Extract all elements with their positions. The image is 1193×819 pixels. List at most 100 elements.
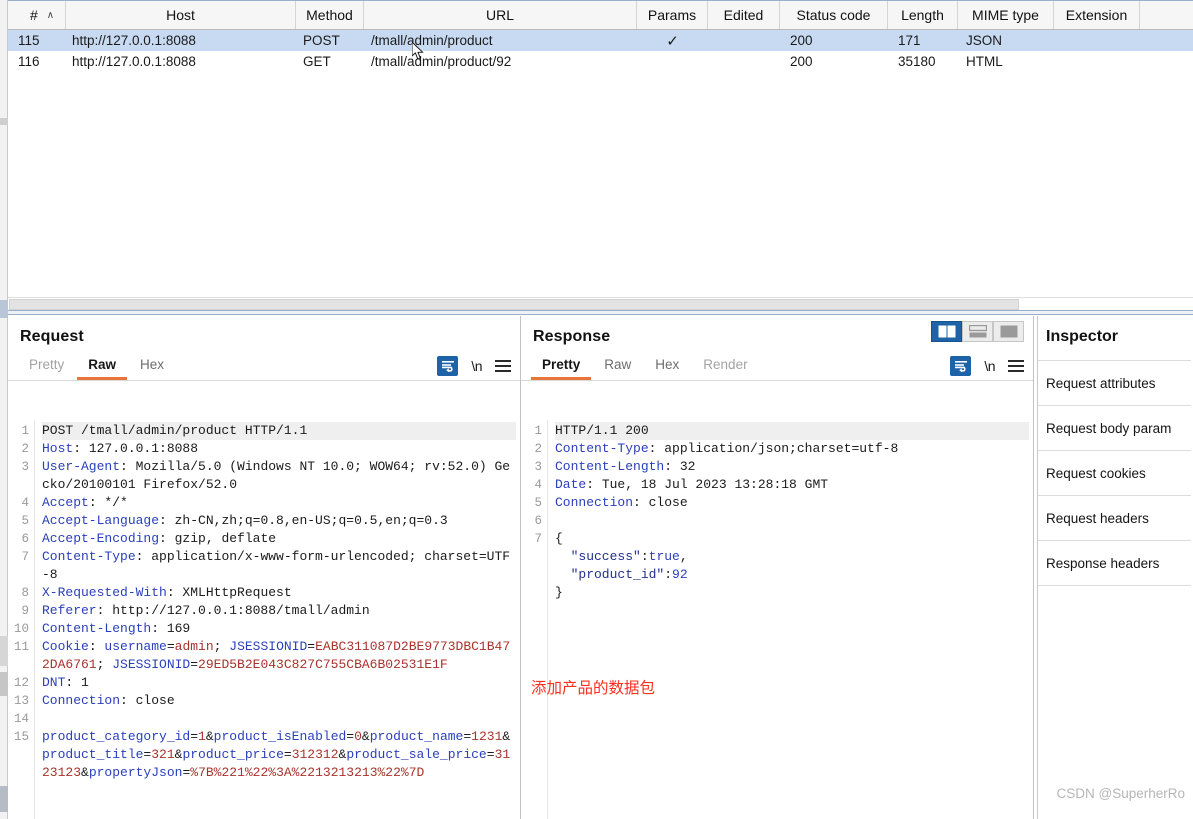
response-tabs[interactable]: Pretty Raw Hex Render \n: [521, 352, 1033, 381]
response-pretty-text[interactable]: HTTP/1.1 200 Content-Type: application/js…: [548, 420, 1033, 819]
line-number: 5: [21, 514, 29, 528]
line-number: 7: [534, 532, 542, 546]
line-number: 15: [13, 730, 29, 744]
column-header-label: #: [30, 7, 38, 23]
edge-artifact: [0, 300, 8, 318]
inspector-rail: [1034, 316, 1038, 819]
newline-toggle[interactable]: \n: [471, 358, 482, 374]
response-tab-hex[interactable]: Hex: [644, 354, 690, 380]
column-header-method[interactable]: Method: [296, 1, 364, 29]
column-header-num[interactable]: # ∧: [8, 1, 66, 29]
request-tabs[interactable]: Pretty Raw Hex \n: [8, 352, 520, 381]
word-wrap-icon[interactable]: [437, 356, 459, 376]
cell-url: /tmall/admin/product/92: [371, 54, 512, 69]
hamburger-menu-icon[interactable]: [1008, 360, 1024, 372]
cell-method: POST: [303, 33, 340, 48]
line-number: [521, 584, 542, 602]
column-header-label: MIME type: [972, 7, 1039, 23]
history-horizontal-scrollbar-thumb[interactable]: [9, 299, 1019, 310]
request-editor[interactable]: 1 2 3 4 5 6 7 8 9 10 11 12 13 14 15 POST /tmall/admin/…: [8, 420, 520, 819]
line-number: 2: [534, 442, 542, 456]
request-tools[interactable]: \n: [437, 356, 511, 376]
single-pane-layout-button[interactable]: [993, 321, 1024, 342]
table-row[interactable]: 115 http://127.0.0.1:8088 POST/tmall/admin…: [8, 30, 1193, 51]
cell-mime: JSON: [966, 33, 1003, 48]
response-editor[interactable]: 1 2 3 4 5 6 7 HTTP/1.1 200 Content-Type: applic…: [521, 420, 1033, 819]
edge-artifact: [0, 786, 8, 812]
code-line: }: [555, 585, 563, 600]
table-row[interactable]: 116 http://127.0.0.1:8088 GET/tmall/admin/…: [8, 51, 1193, 72]
inspector-item-response-headers[interactable]: Response headers: [1034, 541, 1191, 586]
cell-extension: [1054, 30, 1140, 51]
response-line-numbers: 1 2 3 4 5 6 7: [521, 420, 548, 819]
watermark: CSDN @SuperherRo: [1056, 786, 1185, 801]
column-header-host[interactable]: Host: [66, 1, 296, 29]
inspector-item-request-headers[interactable]: Request headers: [1034, 496, 1191, 541]
request-tab-pretty[interactable]: Pretty: [18, 354, 75, 380]
inspector-item-request-cookies[interactable]: Request cookies: [1034, 451, 1191, 496]
inspector-item-request-attributes[interactable]: Request attributes: [1034, 361, 1191, 406]
cell-status: 200: [790, 54, 813, 69]
response-tab-raw[interactable]: Raw: [593, 354, 642, 380]
word-wrap-icon[interactable]: [950, 356, 972, 376]
code-line: Date: Tue, 18 Jul 2023 13:28:18 GMT: [555, 477, 829, 492]
line-number: 13: [13, 694, 29, 708]
column-header-pad[interactable]: [1140, 1, 1193, 29]
cell-url: /tmall/admin/product: [371, 33, 493, 48]
history-horizontal-scrollbar-track[interactable]: [8, 297, 1193, 310]
hamburger-menu-icon[interactable]: [495, 360, 511, 372]
code-line: product_category_id=1&product_isEnabled=…: [42, 729, 511, 780]
request-tab-raw[interactable]: Raw: [77, 354, 128, 380]
split-vertical-layout-button[interactable]: [931, 321, 962, 342]
cell-length: 35180: [898, 54, 936, 69]
http-history-table[interactable]: # ∧ Host Method URL Params Edited Status code Le…: [8, 0, 1193, 297]
line-number: 4: [534, 478, 542, 492]
line-number: 3: [534, 460, 542, 474]
table-body[interactable]: 115 http://127.0.0.1:8088 POST/tmall/admin…: [8, 30, 1193, 275]
column-header-label: Edited: [723, 7, 764, 23]
column-header-mime[interactable]: MIME type: [958, 1, 1054, 29]
column-header-params[interactable]: Params: [637, 1, 708, 29]
line-number: 11: [13, 640, 29, 654]
line-number: 2: [21, 442, 29, 456]
layout-buttons[interactable]: [931, 321, 1024, 342]
code-line: Accept-Language: zh-CN,zh;q=0.8,en-US;q=…: [42, 513, 448, 528]
inspector-title: Inspector: [1046, 328, 1119, 345]
burp-suite-window: # ∧ Host Method URL Params Edited Status code Le…: [0, 0, 1193, 819]
split-horizontal-layout-button[interactable]: [962, 321, 993, 342]
cell-num: 116: [18, 54, 40, 69]
line-number: 1: [21, 424, 29, 438]
code-line: X-Requested-With: XMLHttpRequest: [42, 585, 292, 600]
column-header-status[interactable]: Status code: [780, 1, 888, 29]
request-raw-text[interactable]: POST /tmall/admin/product HTTP/1.1 Host: …: [35, 420, 520, 819]
code-line: "product_id":92: [555, 567, 688, 582]
column-header-length[interactable]: Length: [888, 1, 958, 29]
cell-status: 200: [790, 33, 813, 48]
response-tab-render[interactable]: Render: [692, 354, 758, 380]
code-line: User-Agent: Mozilla/5.0 (Windows NT 10.0…: [42, 459, 511, 492]
response-tools[interactable]: \n: [950, 356, 1024, 376]
column-header-url[interactable]: URL: [364, 1, 637, 29]
inspector-item-request-body-param[interactable]: Request body param: [1034, 406, 1191, 451]
column-header-label: URL: [485, 7, 514, 23]
inspector-section-list[interactable]: Request attributes Request body param Requ…: [1034, 360, 1191, 586]
window-left-edge-strip: [0, 0, 8, 819]
cell-host: http://127.0.0.1:8088: [72, 54, 196, 69]
column-header-extension[interactable]: Extension: [1054, 1, 1140, 29]
line-number: 9: [21, 604, 29, 618]
response-tab-pretty[interactable]: Pretty: [531, 354, 592, 380]
table-header-row[interactable]: # ∧ Host Method URL Params Edited Status code Le…: [8, 0, 1193, 30]
code-line: Connection: close: [42, 693, 175, 708]
code-line: {: [555, 531, 563, 546]
code-line: HTTP/1.1 200: [555, 422, 1029, 440]
cell-edited: [708, 51, 780, 72]
code-line: Connection: close: [555, 495, 688, 510]
column-header-label: Extension: [1065, 7, 1128, 23]
column-header-edited[interactable]: Edited: [708, 1, 780, 29]
cell-edited: [708, 30, 780, 51]
horizontal-splitter[interactable]: [8, 310, 1193, 315]
newline-toggle[interactable]: \n: [984, 358, 995, 374]
request-tab-hex[interactable]: Hex: [129, 354, 175, 380]
column-header-label: Length: [901, 7, 944, 23]
inspector-panel: Inspector Request attributes Request body…: [1034, 316, 1191, 819]
